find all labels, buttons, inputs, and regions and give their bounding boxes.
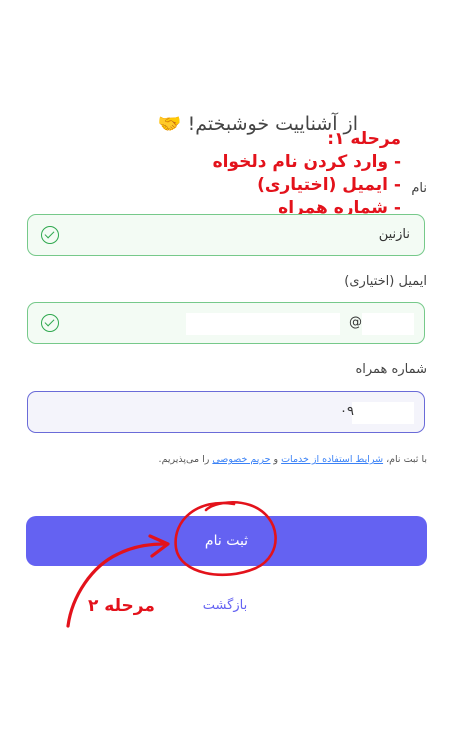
annotation-circle — [174, 501, 277, 577]
annotation-arrow — [66, 542, 166, 628]
annotation-overlay — [66, 501, 277, 628]
